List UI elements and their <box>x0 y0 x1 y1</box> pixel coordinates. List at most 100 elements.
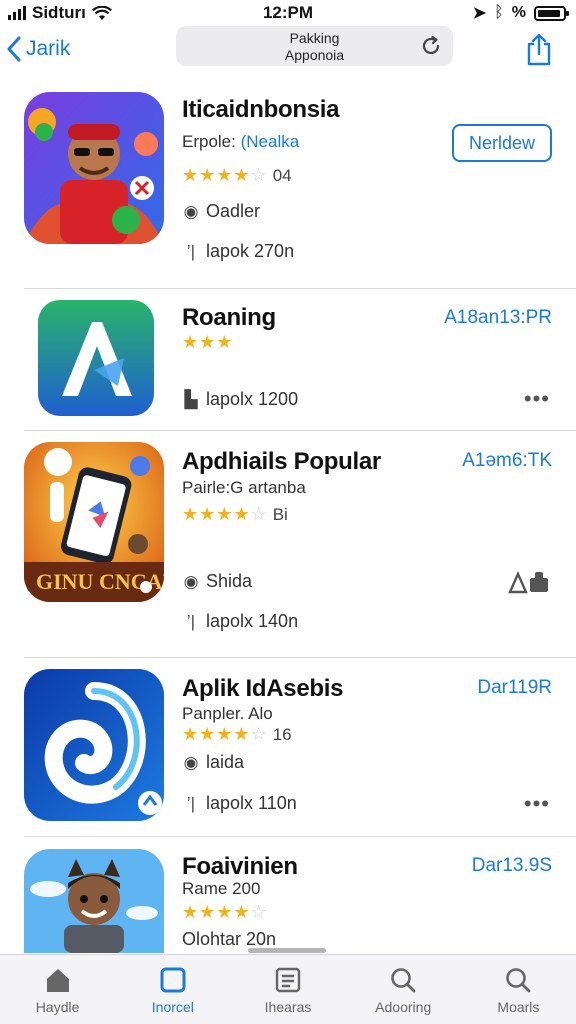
tab-haydle[interactable]: Haydle <box>0 955 115 1024</box>
clock-icon: ◉ <box>183 752 199 772</box>
get-button[interactable]: Nerldew <box>452 124 552 162</box>
price-button[interactable]: Dar13.9S <box>472 855 552 877</box>
tab-inorcel[interactable]: Inorcel <box>115 955 230 1024</box>
meta-text: Shida <box>206 571 253 591</box>
app-subtitle: Pairle:G artanba <box>182 478 306 497</box>
app-meta-2: ʼ| lapok 270n <box>182 241 294 262</box>
meta-text: lapolx 1200 <box>206 389 299 409</box>
app-subtitle: Erpole: (Nealka <box>182 132 299 152</box>
star-rating: ★★★★ ☆ 04 <box>182 165 292 186</box>
tab-adooring[interactable]: Adooring <box>346 955 461 1024</box>
tab-label: Ihearas <box>264 999 312 1015</box>
character-app-icon <box>24 92 164 244</box>
rating-count: 16 <box>272 724 292 744</box>
tab-label: Inorcel <box>151 999 194 1015</box>
address-line2: Apponoia <box>284 47 345 63</box>
app-icon-2[interactable] <box>38 300 154 416</box>
row-divider <box>24 836 576 837</box>
more-options-icon[interactable]: ••• <box>524 791 550 817</box>
swirl-app-icon <box>24 669 164 821</box>
tab-label: Haydle <box>35 999 80 1015</box>
app-subtitle: Rame 200 <box>182 879 261 898</box>
app-meta-1: ◉ laida <box>182 752 244 773</box>
home-icon <box>46 969 69 992</box>
app-name: Foaivinien <box>182 853 298 880</box>
clock-icon: ◉ <box>183 571 199 591</box>
location-icon: ➤ <box>472 5 487 22</box>
app-meta-2: Olohtar 20n <box>182 929 276 950</box>
stars-empty: ☆ <box>250 504 267 524</box>
phone-app-icon: GINU CNCAE <box>24 442 164 602</box>
back-button[interactable]: Jarik <box>6 36 70 62</box>
bluetooth-icon: ᛒ <box>494 4 504 21</box>
app-icon-3[interactable]: GINU CNCAE <box>24 442 164 602</box>
stars-filled: ★★★ <box>182 332 234 352</box>
tab-ihearas[interactable]: Ihearas <box>230 955 345 1024</box>
share-icon[interactable] <box>524 32 554 66</box>
stars-filled: ★★★★ <box>182 902 251 922</box>
stars-filled: ★★★★ <box>182 504 251 524</box>
app-icon-4[interactable] <box>24 669 164 821</box>
price-button[interactable]: A18an13:PR <box>444 307 552 329</box>
square-icon <box>160 967 186 993</box>
meta-text: lapolx 110n <box>206 793 297 813</box>
meta-text: laida <box>206 752 245 772</box>
avatar-app-icon <box>24 849 164 953</box>
star-rating: ★★★ <box>182 332 233 353</box>
gift-icon <box>508 571 548 594</box>
star-rating: ★★★★ ☆ <box>182 902 267 923</box>
tag-icon: ʼ| <box>186 611 196 631</box>
stars-filled: ★★★★ <box>182 165 251 185</box>
app-subtitle: Panpler. Alo <box>182 704 273 723</box>
list-icon <box>275 967 301 993</box>
price-button[interactable]: A1əm6:TK <box>462 450 552 472</box>
tag-icon: ʼ| <box>186 793 196 813</box>
battery-icon <box>534 5 569 21</box>
subtitle-prefix: Erpole: <box>182 132 236 151</box>
status-right: ➤ ᛒ % <box>472 3 569 23</box>
address-bar[interactable]: Pakking Apponoia <box>176 26 453 66</box>
star-rating: ★★★★ ☆ Bi <box>182 504 288 525</box>
app-meta-2: ▙ lapolx 1200 <box>182 389 298 410</box>
clock-icon: ◉ <box>183 201 199 221</box>
app-name: Roaning <box>182 304 276 331</box>
app-meta-1: ◉ Oadler <box>182 201 260 222</box>
tab-label: Adooring <box>375 999 432 1015</box>
rating-count: Bi <box>272 504 288 524</box>
meta-text: Oadler <box>206 201 261 221</box>
app-meta-2: ʼ| lapolx 140n <box>182 611 298 632</box>
app-meta-1: ◉ Shida <box>182 571 252 592</box>
stars-empty: ☆ <box>250 724 267 744</box>
tag-icon: ʼ| <box>186 241 196 261</box>
app-name: Apdhiails Popular <box>182 448 381 475</box>
app-name: Aplik IdAsebis <box>182 675 344 702</box>
row-divider <box>24 430 576 431</box>
app-icon-1[interactable] <box>24 92 164 244</box>
price-button[interactable]: Dar119R <box>477 677 552 699</box>
navigation-bar: Jarik Pakking Apponoia <box>0 26 576 76</box>
scroll-indicator <box>248 948 326 953</box>
stars-filled: ★★★★ <box>182 724 251 744</box>
reload-icon[interactable] <box>419 34 443 58</box>
address-line1: Pakking <box>289 30 340 46</box>
meta-text: lapok 270n <box>206 241 295 261</box>
app-meta-2: ʼ| lapolx 110n <box>182 793 297 814</box>
stars-empty: ☆ <box>250 165 267 185</box>
more-options-icon[interactable]: ••• <box>524 386 550 412</box>
subtitle-highlight: (Nealka <box>240 132 300 151</box>
tab-bar: Haydle Inorcel Ihearas Adooring Moarls <box>0 954 576 1024</box>
status-bar: Sidturı 12:PM ➤ ᛒ % <box>0 0 576 26</box>
row-divider <box>24 657 576 658</box>
battery-percent: % <box>511 4 526 21</box>
app-name: Iticaidnbonsia <box>182 96 340 123</box>
app-icon-5[interactable] <box>24 849 164 953</box>
rating-count: 04 <box>272 165 292 185</box>
tab-moarls[interactable]: Moarls <box>461 955 576 1024</box>
tab-label: Moarls <box>497 999 540 1015</box>
download-icon[interactable] <box>508 570 550 600</box>
chevron-left-icon <box>7 36 21 62</box>
letter-app-icon <box>38 300 154 416</box>
meta-text: lapolx 140n <box>206 611 299 631</box>
bag-icon: ▙ <box>184 389 198 409</box>
meta-text: Olohtar 20n <box>182 929 277 949</box>
